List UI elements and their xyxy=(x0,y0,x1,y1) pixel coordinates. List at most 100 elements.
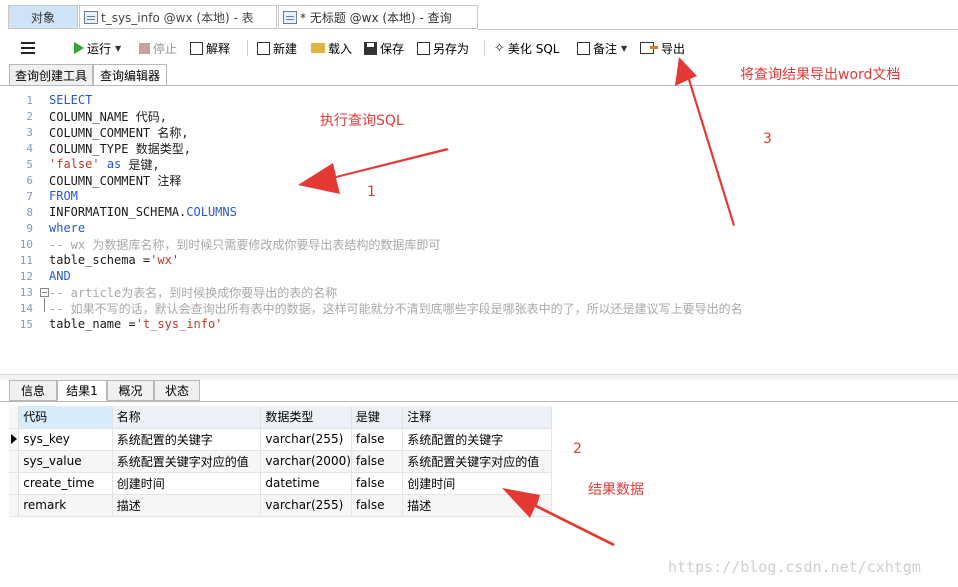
line-number: 10 xyxy=(19,237,33,251)
editor-mode-tabs: 查询创建工具 查询编辑器 xyxy=(0,62,958,86)
code-line: 2 COLUMN_NAME 代码, xyxy=(9,108,167,124)
code-text: 是键, xyxy=(128,157,160,172)
code-text: AND xyxy=(49,269,71,283)
tab-query-builder-label: 查询创建工具 xyxy=(14,68,87,83)
tab-objects-label: 对象 xyxy=(30,10,55,25)
line-number: 6 xyxy=(26,173,33,187)
table-cell[interactable]: varchar(255) xyxy=(260,494,352,517)
tab-result1[interactable]: 结果1 xyxy=(57,380,107,401)
line-number: 15 xyxy=(19,317,33,331)
table-cell[interactable]: false xyxy=(351,472,404,495)
tab-query-builder[interactable]: 查询创建工具 xyxy=(9,64,93,86)
table-cell[interactable]: create_time xyxy=(18,472,113,495)
table-cell[interactable]: 系统配置的关键字 xyxy=(402,428,552,451)
code-text: where xyxy=(49,221,86,235)
code-text: INFORMATION_SCHEMA. xyxy=(49,205,187,219)
toolbar-separator xyxy=(484,40,485,56)
table-cell[interactable]: 描述 xyxy=(112,494,262,517)
stop-label: 停止 xyxy=(153,41,178,56)
document-tab-strip: 对象 t_sys_info @wx (本地) - 表 * 无标题 @wx (本地… xyxy=(0,0,958,34)
code-text: table_schema = xyxy=(49,253,151,267)
run-button[interactable]: 运行 ▼ xyxy=(74,38,121,58)
tab-query-editor[interactable]: 查询编辑器 xyxy=(93,64,167,86)
folder-icon xyxy=(311,43,325,53)
line-number: 5 xyxy=(26,157,33,171)
table-row[interactable]: sys_value 系统配置关键字对应的值 varchar(2000) fals… xyxy=(9,450,552,473)
tab-table-design[interactable]: t_sys_info @wx (本地) - 表 xyxy=(79,5,277,29)
code-line: 13 -- article为表名，到时候换成你要导出的表的名称 xyxy=(9,284,338,300)
table-cell[interactable]: false xyxy=(351,450,404,473)
tab-status[interactable]: 状态 xyxy=(154,380,200,401)
save-button[interactable]: 保存 xyxy=(364,38,404,58)
tab-query[interactable]: * 无标题 @wx (本地) - 查询 xyxy=(278,5,478,29)
column-header[interactable]: 注释 xyxy=(402,406,552,429)
code-comment: -- wx 为数据库名称，到时候只需要修改成你要导出表结构的数据库即可 xyxy=(49,237,441,252)
code-text: COLUMN_NAME 代码, xyxy=(49,109,167,124)
save-as-label: 另存为 xyxy=(433,41,470,56)
table-cell[interactable]: varchar(255) xyxy=(260,428,352,451)
tab-objects[interactable]: 对象 xyxy=(8,5,78,29)
load-button[interactable]: 载入 xyxy=(311,38,352,58)
tab-profile[interactable]: 概况 xyxy=(107,380,154,401)
table-cell[interactable]: 系统配置的关键字 xyxy=(112,428,262,451)
table-cell[interactable]: datetime xyxy=(260,472,352,495)
chevron-down-icon[interactable]: ▼ xyxy=(621,44,627,53)
toolbar-separator xyxy=(247,40,248,56)
table-cell[interactable]: 系统配置关键字对应的值 xyxy=(402,450,552,473)
code-line: 14 -- 如果不写的话，默认会查询出所有表中的数据，这样可能就分不清到底哪些字段… xyxy=(9,300,743,316)
save-as-button[interactable]: 另存为 xyxy=(417,38,469,58)
table-cell[interactable]: remark xyxy=(18,494,113,517)
annotation-number-3: 3 xyxy=(763,131,772,147)
tabstrip-divider xyxy=(478,29,958,30)
tab-profile-label: 概况 xyxy=(118,384,143,398)
table-cell[interactable]: sys_value xyxy=(18,450,113,473)
table-cell[interactable]: false xyxy=(351,494,404,517)
table-cell[interactable]: 描述 xyxy=(402,494,552,517)
table-cell[interactable]: sys_key xyxy=(18,428,113,451)
export-button[interactable]: 导出 xyxy=(640,38,685,58)
fold-toggle-icon[interactable]: − xyxy=(40,288,49,297)
code-line: 9 where xyxy=(9,220,85,236)
new-button[interactable]: 新建 xyxy=(257,38,297,58)
chevron-down-icon[interactable]: ▼ xyxy=(115,44,121,53)
line-number: 4 xyxy=(26,141,33,155)
table-row[interactable]: sys_key 系统配置的关键字 varchar(255) false 系统配置… xyxy=(9,428,552,451)
stop-button[interactable]: 停止 xyxy=(139,38,177,58)
column-header[interactable]: 是键 xyxy=(351,406,404,429)
table-cell[interactable]: false xyxy=(351,428,404,451)
table-cell[interactable]: varchar(2000) xyxy=(260,450,352,473)
code-string: 'false' xyxy=(49,157,100,171)
code-line: 8 INFORMATION_SCHEMA. COLUMNS xyxy=(9,204,237,220)
explain-button[interactable]: 解释 xyxy=(190,38,230,58)
menu-icon[interactable] xyxy=(20,38,36,58)
code-text: FROM xyxy=(49,189,78,203)
line-number: 12 xyxy=(19,269,33,283)
code-keyword: COLUMNS xyxy=(186,205,237,219)
note-button[interactable]: 备注 ▼ xyxy=(577,38,627,58)
line-number: 13 xyxy=(19,285,33,299)
tab-status-label: 状态 xyxy=(164,384,189,398)
tab-info[interactable]: 信息 xyxy=(9,380,57,401)
beautify-sql-button[interactable]: ✧ 美化 SQL xyxy=(494,38,559,58)
column-header[interactable]: 代码 xyxy=(18,406,113,429)
table-cell[interactable]: 系统配置关键字对应的值 xyxy=(112,450,262,473)
row-indicator xyxy=(9,472,20,495)
table-cell[interactable]: 创建时间 xyxy=(112,472,262,495)
code-line: 6 COLUMN_COMMENT 注释 xyxy=(9,172,181,188)
note-label: 备注 xyxy=(593,41,618,56)
code-text: table_name = xyxy=(49,317,136,331)
table-cell[interactable]: 创建时间 xyxy=(402,472,552,495)
table-row[interactable]: create_time 创建时间 datetime false 创建时间 xyxy=(9,472,552,495)
grid-header-row: 代码 名称 数据类型 是键 注释 xyxy=(9,406,552,429)
explain-icon xyxy=(190,41,203,55)
column-header[interactable]: 名称 xyxy=(112,406,262,429)
column-header[interactable]: 数据类型 xyxy=(260,406,352,429)
row-indicator-header xyxy=(9,406,20,429)
query-toolbar: 运行 ▼ 停止 解释 新建 载入 保存 另存为 ✧ 美化 SQL 备注 ▼ 导出 xyxy=(0,34,958,62)
line-number: 7 xyxy=(26,189,33,203)
explain-label: 解释 xyxy=(206,41,231,56)
table-row[interactable]: remark 描述 varchar(255) false 描述 xyxy=(9,494,552,517)
new-query-icon xyxy=(257,41,270,55)
sql-editor[interactable]: 1 SELECT 2 COLUMN_NAME 代码, 3 COLUMN_COMMENT… xyxy=(9,86,958,374)
play-icon xyxy=(74,42,84,54)
